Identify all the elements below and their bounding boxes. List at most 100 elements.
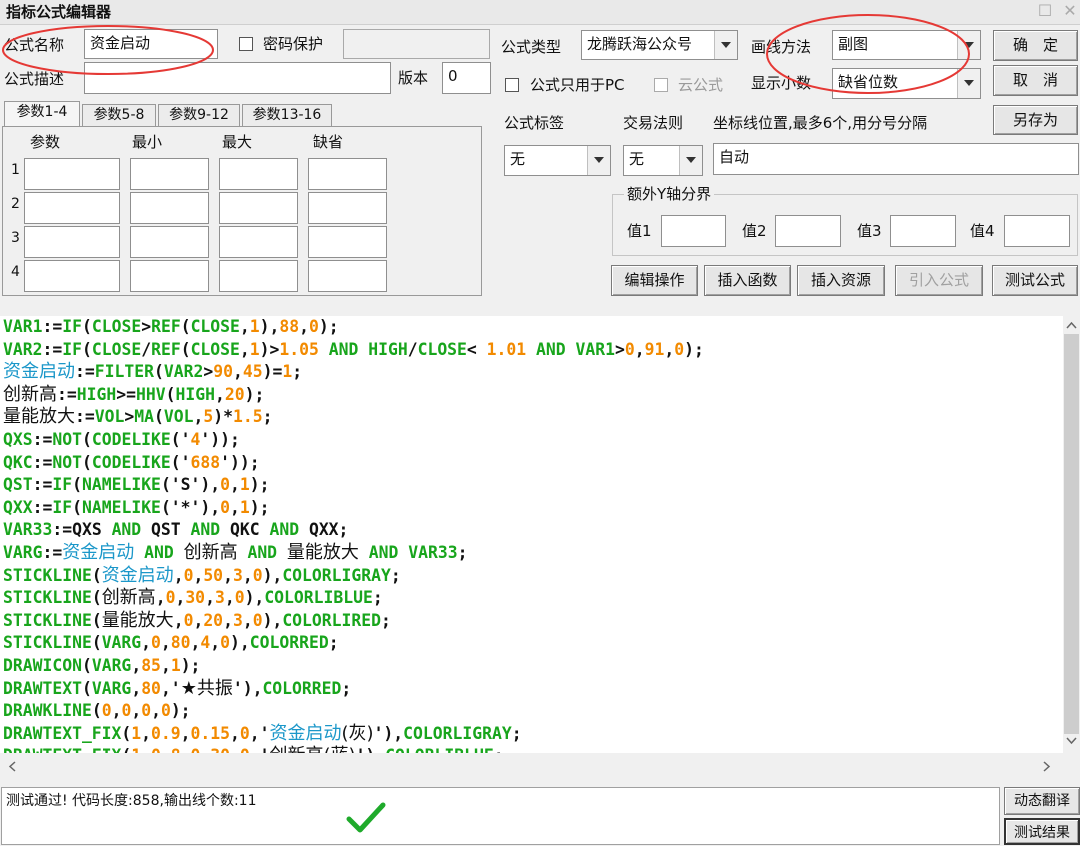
code-token: / [407, 339, 418, 359]
code-token: QST [141, 520, 191, 540]
code-token: ; [262, 407, 273, 427]
param-1-name[interactable] [24, 158, 120, 190]
version-input[interactable]: 0 [442, 62, 491, 94]
code-line[interactable]: STICKLINE(VARG,0,80,4,0),COLORRED; [0, 632, 1063, 655]
cancel-button[interactable]: 取 消 [993, 65, 1078, 96]
param-2-default[interactable] [308, 192, 387, 224]
password-input[interactable] [343, 29, 490, 59]
code-token: ); [249, 475, 270, 495]
code-line[interactable]: STICKLINE(量能放大,0,20,3,0),COLORLIRED; [0, 610, 1063, 633]
param-3-default[interactable] [308, 226, 387, 258]
scrollbar-thumb[interactable] [1064, 334, 1079, 734]
code-line[interactable]: DRAWTEXT(VARG,80,'★共振'),COLORRED; [0, 678, 1063, 701]
cloud-checkbox[interactable] [654, 78, 668, 92]
type-select[interactable]: 龙腾跃海公众号 [581, 30, 738, 60]
code-token: ; [381, 610, 391, 630]
ok-button[interactable]: 确 定 [993, 30, 1078, 61]
scroll-down-icon[interactable] [1066, 737, 1077, 745]
code-line[interactable]: 资金启动:=FILTER(VAR2>90,45)=1; [0, 361, 1063, 384]
tab-params-9-12[interactable]: 参数9-12 [158, 104, 240, 126]
param-4-default[interactable] [308, 260, 387, 292]
close-icon[interactable]: ✕ [1059, 0, 1080, 22]
code-line[interactable]: QXS:=NOT(CODELIKE('4')); [0, 429, 1063, 452]
v3-input[interactable] [890, 215, 956, 247]
code-line[interactable]: DRAWTEXT_FIX(1,0.9,0.15,0,'资金启动(灰)'),COL… [0, 723, 1063, 746]
code-line[interactable]: DRAWKLINE(0,0,0,0); [0, 700, 1063, 723]
v2-input[interactable] [775, 215, 841, 247]
test-result-button[interactable]: 测试结果 [1004, 818, 1080, 845]
param-4-max[interactable] [219, 260, 298, 292]
import-formula-button[interactable]: 引入公式 [895, 265, 983, 296]
param-3-max[interactable] [219, 226, 298, 258]
code-line[interactable]: STICKLINE(创新高,0,30,3,0),COLORLIBLUE; [0, 587, 1063, 610]
dynamic-translate-button[interactable]: 动态翻译 [1004, 787, 1080, 815]
param-2-name[interactable] [24, 192, 120, 224]
code-line[interactable]: 量能放大:=VOL>MA(VOL,5)*1.5; [0, 406, 1063, 429]
chevron-down-icon[interactable] [679, 146, 702, 175]
code-line[interactable]: STICKLINE(资金启动,0,50,3,0),COLORLIGRAY; [0, 565, 1063, 588]
code-token: ; [341, 678, 352, 698]
code-token: 1 [249, 317, 260, 336]
code-token: ,' [249, 723, 270, 743]
code-token: STICKLINE [3, 610, 92, 630]
code-token: 0 [160, 701, 171, 721]
tab-params-1-4[interactable]: 参数1-4 [4, 101, 80, 126]
code-token: > [141, 317, 152, 336]
code-line[interactable]: DRAWICON(VARG,85,1); [0, 655, 1063, 678]
param-1-default[interactable] [308, 158, 387, 190]
param-2-max[interactable] [219, 192, 298, 224]
scroll-up-icon[interactable] [1066, 321, 1077, 329]
code-line[interactable]: QXX:=IF(NAMELIKE('*'),0,1); [0, 497, 1063, 520]
code-line[interactable]: VAR1:=IF(CLOSE>REF(CLOSE,1),88,0); [0, 316, 1063, 339]
param-3-name[interactable] [24, 226, 120, 258]
param-row-index: 1 [11, 162, 20, 178]
test-formula-button[interactable]: 测试公式 [992, 265, 1078, 296]
param-1-min[interactable] [130, 158, 209, 190]
code-token: VOL [163, 407, 194, 427]
tab-params-5-8[interactable]: 参数5-8 [82, 104, 156, 126]
code-token: , [223, 565, 233, 585]
code-line[interactable]: VAR33:=QXS AND QST AND QKC AND QXX; [0, 519, 1063, 542]
param-row-index: 4 [11, 264, 20, 280]
code-line[interactable]: QST:=IF(NAMELIKE('S'),0,1); [0, 474, 1063, 497]
code-editor[interactable]: VAR1:=IF(CLOSE>REF(CLOSE,1),88,0); VAR2:=… [0, 316, 1063, 753]
param-1-max[interactable] [219, 158, 298, 190]
insert-func-button[interactable]: 插入函数 [704, 265, 791, 296]
code-token: 0 [239, 723, 250, 743]
coord-input[interactable]: 自动 [713, 143, 1079, 175]
chevron-down-icon[interactable] [587, 146, 610, 175]
password-checkbox[interactable] [239, 37, 253, 51]
code-line[interactable]: DRAWTEXT_FIX(1,0.8,0.30,0,'创新高(蓝)'),COLO… [0, 745, 1063, 753]
code-token: 1 [131, 723, 142, 743]
maximize-icon[interactable]: ☐ [1034, 0, 1056, 22]
chevron-down-icon[interactable] [714, 31, 737, 59]
code-token: VARG [91, 678, 132, 698]
v1-input[interactable] [661, 215, 726, 247]
edit-ops-button[interactable]: 编辑操作 [611, 265, 698, 296]
param-4-name[interactable] [24, 260, 120, 292]
param-2-min[interactable] [130, 192, 209, 224]
save-as-button[interactable]: 另存为 [993, 105, 1078, 135]
code-line[interactable]: 创新高:=HIGH>=HHV(HIGH,20); [0, 384, 1063, 407]
tag-select[interactable]: 无 [504, 145, 611, 176]
scroll-right-icon[interactable] [1043, 761, 1051, 772]
pc-only-checkbox[interactable] [505, 78, 519, 92]
code-token: 1.5 [232, 407, 263, 427]
code-line[interactable]: VAR2:=IF(CLOSE/REF(CLOSE,1)>1.05 AND HIG… [0, 339, 1063, 362]
code-token: ( [121, 723, 132, 743]
code-horizontal-scrollbar[interactable] [0, 753, 1063, 781]
param-4-min[interactable] [130, 260, 209, 292]
code-token: , [190, 633, 201, 653]
code-line[interactable]: QKC:=NOT(CODELIKE('688')); [0, 452, 1063, 475]
tab-params-13-16[interactable]: 参数13-16 [242, 104, 332, 126]
code-line[interactable]: VARG:=资金启动 AND 创新高 AND 量能放大 AND VAR33; [0, 542, 1063, 565]
param-3-min[interactable] [130, 226, 209, 258]
insert-resource-button[interactable]: 插入资源 [797, 265, 885, 296]
code-token: DRAWKLINE [3, 701, 92, 721]
code-token: , [230, 723, 240, 743]
v4-input[interactable] [1004, 215, 1070, 247]
code-token: :=QXS [52, 520, 112, 540]
trade-select[interactable]: 无 [623, 145, 703, 176]
code-token: COLORRED [249, 633, 329, 653]
scroll-left-icon[interactable] [8, 761, 16, 772]
